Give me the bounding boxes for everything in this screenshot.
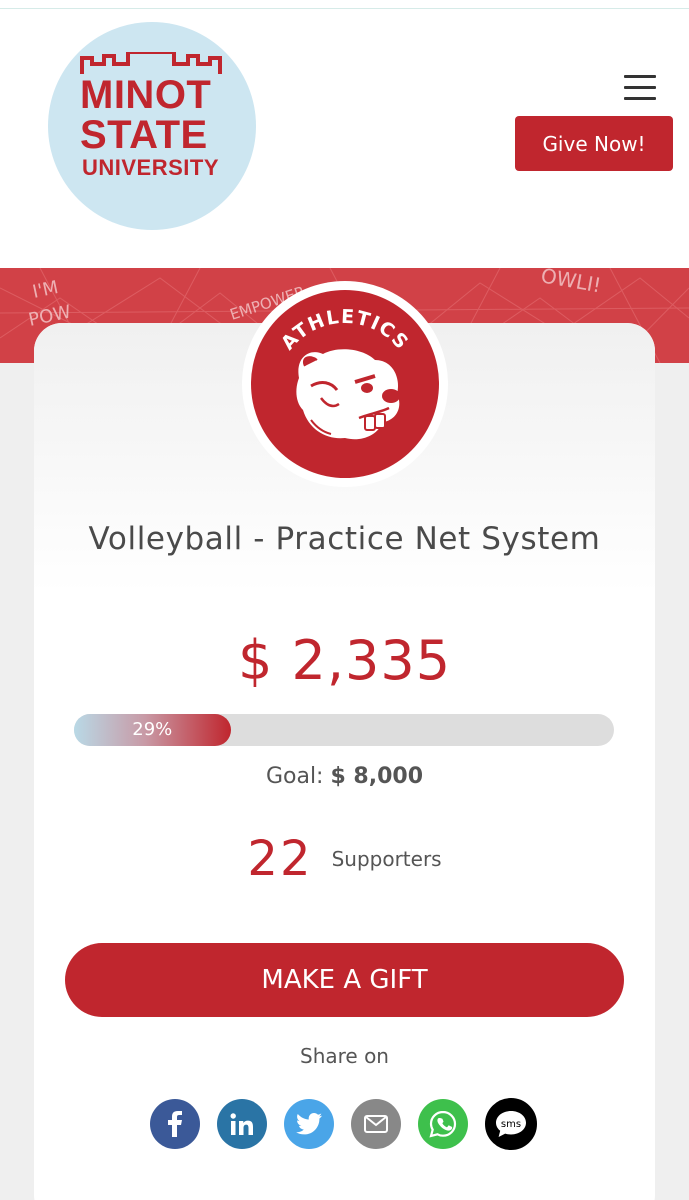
logo-text-line1: MINOT (80, 73, 212, 117)
supporters-label: Supporters (331, 847, 442, 871)
top-border (0, 0, 689, 9)
campaign-title: Volleyball - Practice Net System (88, 521, 601, 557)
goal-row: Goal: $ 8,000 (34, 764, 655, 789)
university-logo[interactable]: MINOT STATE UNIVERSITY (48, 22, 256, 230)
email-icon (364, 1115, 388, 1133)
sms-icon: sms (496, 1111, 526, 1137)
facebook-share-button[interactable] (150, 1099, 200, 1149)
campaign-card: ATHLETICS Volleyball - Practice Net Syst… (34, 281, 655, 1200)
amount-raised: $ 2,335 (237, 629, 452, 692)
logo-text-line3: UNIVERSITY (82, 155, 220, 180)
hamburger-menu-icon[interactable] (622, 75, 658, 103)
goal-label: Goal: (265, 764, 324, 789)
whatsapp-icon (429, 1110, 457, 1138)
banner-scribble-4: OWLI! (539, 268, 603, 297)
supporters-count: 22 (247, 831, 313, 887)
site-header: MINOT STATE UNIVERSITY Give Now! (0, 9, 689, 268)
make-a-gift-button[interactable]: MAKE A GIFT (65, 943, 624, 1017)
whatsapp-share-button[interactable] (418, 1099, 468, 1149)
share-on-label: Share on (300, 1044, 389, 1068)
email-share-button[interactable] (351, 1099, 401, 1149)
supporters-row: 22 Supporters (34, 831, 655, 887)
progress-bar: 29% (74, 714, 614, 746)
give-now-button[interactable]: Give Now! (515, 116, 673, 171)
athletics-badge: ATHLETICS (242, 281, 448, 487)
goal-amount: $ 8,000 (330, 764, 424, 789)
logo-text-line2: STATE (80, 113, 208, 157)
sms-icon-text: sms (501, 1119, 521, 1130)
progress-bar-fill: 29% (74, 714, 231, 746)
facebook-icon (168, 1111, 182, 1137)
sms-share-button[interactable]: sms (485, 1098, 537, 1150)
linkedin-share-button[interactable] (217, 1099, 267, 1149)
svg-text:ATHLETICS: ATHLETICS (277, 306, 413, 355)
badge-arc-text: ATHLETICS (277, 306, 412, 355)
linkedin-icon (230, 1113, 253, 1135)
beaver-mascot-icon: ATHLETICS (277, 306, 413, 440)
twitter-share-button[interactable] (284, 1099, 334, 1149)
twitter-icon (296, 1113, 322, 1135)
